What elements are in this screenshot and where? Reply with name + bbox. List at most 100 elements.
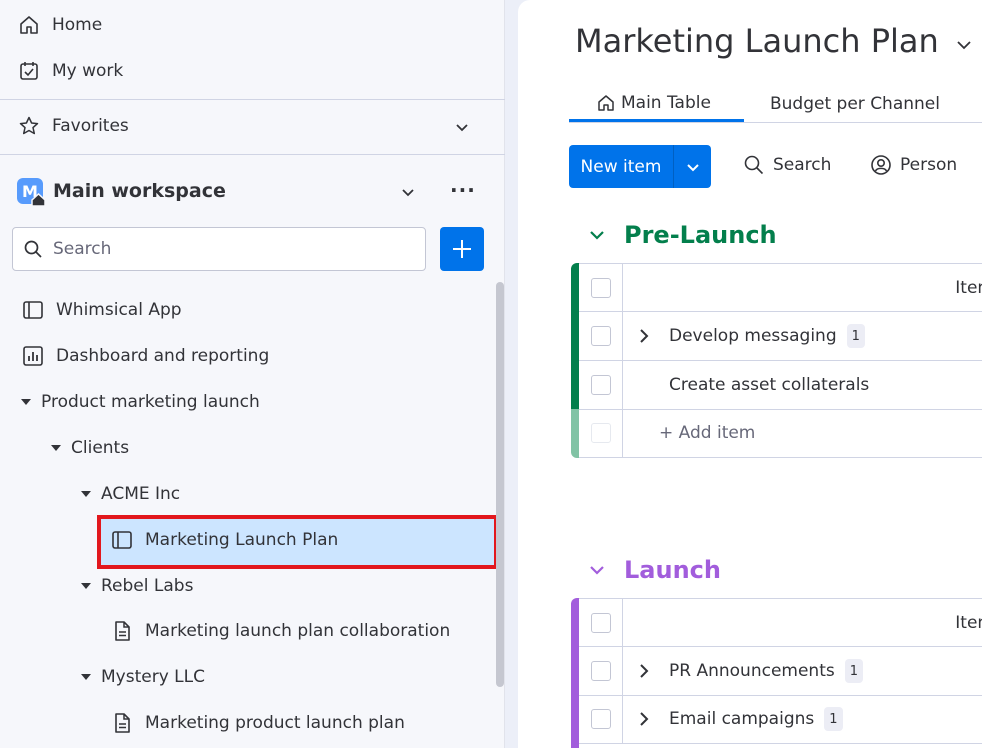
table-header-row: Item — [579, 263, 982, 312]
row-checkbox[interactable] — [590, 709, 611, 729]
group-color-bar-light — [571, 409, 579, 458]
checkbox-cell — [579, 264, 623, 311]
sidebar-search[interactable] — [12, 227, 426, 271]
tabs-divider — [569, 122, 982, 123]
group-color-bar — [571, 598, 579, 748]
chevron-right-icon[interactable] — [637, 712, 651, 726]
add-item-row[interactable]: + Add item — [579, 409, 982, 458]
chevron-right-icon[interactable] — [637, 664, 651, 678]
column-header-item[interactable]: Item — [955, 278, 982, 298]
tree-item-label: Marketing product launch plan — [145, 713, 405, 733]
new-item-label[interactable]: New item — [569, 145, 673, 188]
tab-budget-per-channel[interactable]: Budget per Channel — [770, 86, 940, 122]
tree-folder-rebel-labs[interactable]: Rebel Labs — [81, 574, 193, 598]
chevron-down-icon[interactable] — [588, 226, 606, 244]
tab-main-table[interactable]: Main Table — [569, 86, 744, 122]
row-checkbox[interactable] — [590, 326, 611, 346]
home-icon — [598, 94, 614, 111]
table-row[interactable]: PR Announcements 1 — [579, 647, 982, 696]
column-header-item[interactable]: Item — [955, 613, 982, 633]
add-button[interactable] — [440, 227, 484, 271]
nav-favorites-label: Favorites — [52, 116, 129, 136]
document-icon — [111, 712, 133, 734]
chevron-down-icon[interactable] — [955, 36, 973, 54]
tree-item-label: Dashboard and reporting — [56, 346, 270, 366]
workspace-more-icon[interactable]: ··· — [450, 180, 476, 200]
tree-item-dashboard[interactable]: Dashboard and reporting — [22, 344, 269, 368]
chevron-down-icon[interactable] — [454, 119, 470, 135]
caret-down-icon[interactable] — [81, 674, 91, 680]
search-tool[interactable]: Search — [743, 154, 831, 176]
sidebar-scrollbar[interactable] — [496, 282, 504, 687]
tree-item-product-plan-doc[interactable]: Marketing product launch plan — [111, 711, 405, 735]
table-row[interactable]: Email campaigns 1 — [579, 695, 982, 744]
search-icon — [24, 240, 42, 258]
caret-down-icon[interactable] — [81, 583, 91, 589]
caret-down-icon[interactable] — [81, 491, 91, 497]
table-row[interactable]: Create asset collaterals — [579, 361, 982, 410]
workspace-home-icon — [31, 193, 46, 207]
tree-item-label: Marketing launch plan collaboration — [145, 621, 451, 641]
caret-down-icon[interactable] — [51, 445, 61, 451]
item-name-cell[interactable]: PR Announcements 1 — [623, 659, 863, 683]
checkbox-cell — [579, 361, 623, 409]
item-name-cell[interactable]: Email campaigns 1 — [623, 707, 843, 731]
tree-folder-mystery-llc[interactable]: Mystery LLC — [81, 665, 205, 689]
group-title-launch[interactable]: Launch — [588, 556, 721, 584]
tree-item-label: ACME Inc — [101, 484, 181, 504]
checkbox-cell — [579, 599, 623, 646]
nav-my-work-label: My work — [52, 61, 124, 81]
sidebar: Home My work Favorites M Main workspace … — [0, 0, 505, 748]
row-checkbox[interactable] — [590, 661, 611, 681]
select-all-checkbox[interactable] — [590, 277, 611, 298]
star-icon — [18, 115, 40, 137]
person-icon — [870, 154, 892, 176]
nav-favorites[interactable]: Favorites — [18, 115, 129, 137]
chevron-right-icon[interactable] — [637, 329, 651, 343]
item-name-cell[interactable]: Develop messaging 1 — [623, 324, 865, 348]
item-name-cell[interactable]: Create asset collaterals — [623, 375, 869, 395]
calendar-check-icon — [18, 60, 40, 82]
new-item-dropdown[interactable] — [674, 145, 711, 188]
table-row[interactable]: Develop messaging 1 — [579, 312, 982, 361]
home-icon — [18, 14, 40, 36]
table-header-row: Item — [579, 598, 982, 647]
tree-folder-clients[interactable]: Clients — [51, 436, 129, 460]
select-all-checkbox[interactable] — [590, 612, 611, 633]
subitems-count-badge[interactable]: 1 — [844, 659, 863, 683]
board-title[interactable]: Marketing Launch Plan — [575, 22, 939, 60]
sidebar-search-input[interactable] — [53, 239, 393, 259]
row-checkbox[interactable] — [590, 375, 611, 395]
group-title-label: Launch — [624, 556, 721, 584]
tree-item-label: Product marketing launch — [41, 392, 260, 412]
workspace-title[interactable]: Main workspace — [53, 180, 226, 202]
plus-icon — [453, 240, 471, 258]
tree-item-marketing-launch-plan[interactable]: Marketing Launch Plan — [111, 528, 338, 552]
tree-item-label: Rebel Labs — [101, 576, 194, 596]
board-icon — [111, 529, 133, 551]
nav-home-label: Home — [52, 15, 103, 35]
add-item-input[interactable]: + Add item — [623, 423, 755, 443]
checkbox-cell — [579, 409, 623, 457]
checkbox-cell — [579, 695, 623, 743]
group-title-pre-launch[interactable]: Pre-Launch — [588, 221, 777, 249]
person-filter[interactable]: Person — [870, 154, 957, 176]
nav-home[interactable]: Home — [18, 14, 102, 36]
tree-folder-acme-inc[interactable]: ACME Inc — [81, 482, 180, 506]
subitems-count-badge[interactable]: 1 — [824, 707, 843, 731]
chevron-down-icon[interactable] — [588, 561, 606, 579]
workspace-chevron-down-icon[interactable] — [400, 184, 416, 200]
tree-item-label: Whimsical App — [56, 300, 182, 320]
board-main: Marketing Launch Plan Main Table Budget … — [518, 0, 982, 748]
person-filter-label: Person — [900, 155, 958, 175]
tree-item-collaboration-doc[interactable]: Marketing launch plan collaboration — [111, 619, 450, 643]
group-color-bar — [571, 263, 579, 409]
tree-item-label: Clients — [71, 438, 130, 458]
subitems-count-badge[interactable]: 1 — [846, 324, 865, 348]
nav-my-work[interactable]: My work — [18, 60, 123, 82]
tree-item-whimsical-app[interactable]: Whimsical App — [22, 298, 182, 322]
tree-folder-product-marketing-launch[interactable]: Product marketing launch — [21, 390, 260, 414]
divider — [0, 99, 505, 100]
caret-down-icon[interactable] — [21, 399, 31, 405]
new-item-button[interactable]: New item — [569, 145, 711, 188]
